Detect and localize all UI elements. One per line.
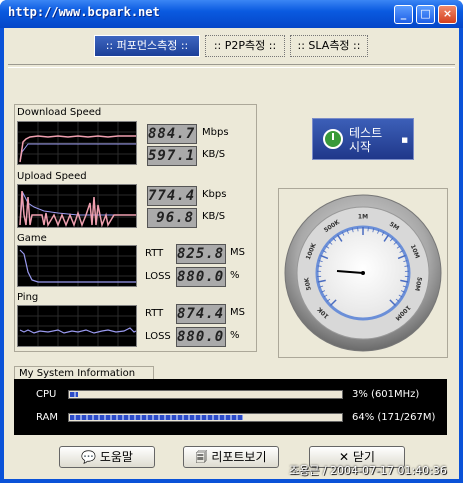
- speed-gauge: 10K50K100K500K1M5M10M50M100M: [284, 194, 442, 352]
- ram-usage-text: 64% (171/267M): [352, 412, 436, 423]
- minimize-button[interactable]: _: [394, 5, 413, 24]
- cpu-usage-bar: [68, 390, 343, 399]
- dropdown-arrow-icon: ■: [401, 136, 408, 144]
- cpu-label: CPU: [36, 389, 57, 400]
- status-text: 조용근 / 2004-07-17 01:40:36: [289, 464, 447, 477]
- gauge-label: 1M: [358, 214, 368, 221]
- game-rtt-label: RTT: [145, 248, 164, 259]
- window-title: http://www.bcpark.net: [8, 5, 160, 19]
- download-unit-mbps: Mbps: [202, 127, 229, 138]
- start-test-label-2: 시작: [349, 140, 372, 154]
- ping-rtt-label: RTT: [145, 308, 164, 319]
- view-report-button[interactable]: 🗐 리포트보기: [183, 446, 279, 468]
- title-bar[interactable]: http://www.bcpark.net _ □ ×: [0, 0, 463, 28]
- ping-rtt-unit: MS: [230, 307, 245, 318]
- game-graph: [17, 245, 137, 287]
- download-label: Download Speed: [17, 107, 102, 118]
- game-rtt-value: 825.8: [176, 244, 226, 264]
- close-window-button[interactable]: ×: [438, 5, 457, 24]
- tab-performance[interactable]: :: 퍼포먼스측정 ::: [94, 35, 200, 57]
- ping-rtt-value: 874.4: [176, 304, 226, 324]
- upload-speed-kbps: 774.4: [147, 186, 197, 206]
- download-unit-kbs: KB/S: [202, 149, 226, 160]
- tab-sla[interactable]: :: SLA측정 ::: [290, 35, 368, 57]
- ram-label: RAM: [36, 412, 59, 423]
- game-rtt-unit: MS: [230, 247, 245, 258]
- upload-unit-kbs: KB/S: [202, 211, 226, 222]
- upload-label: Upload Speed: [17, 171, 87, 182]
- clock-icon: [323, 129, 343, 149]
- help-button[interactable]: 💬 도움말: [59, 446, 155, 468]
- maximize-button[interactable]: □: [416, 5, 435, 24]
- application-window: http://www.bcpark.net _ □ × :: 퍼포먼스측정 ::…: [0, 0, 463, 483]
- upload-graph: [17, 184, 137, 228]
- client-area: :: 퍼포먼스측정 :: :: P2P측정 :: :: SLA측정 :: Dow…: [4, 28, 459, 479]
- game-loss-unit: %: [230, 270, 240, 281]
- report-icon: 🗐: [195, 450, 208, 464]
- download-speed-mbps: 884.7: [147, 124, 197, 144]
- speed-gauge-frame: 10K 50K 100K 500K 1M 5M 10M 50M 100M: [278, 188, 448, 358]
- sysinfo-title: My System Information: [14, 366, 154, 380]
- game-label: Game: [17, 233, 47, 244]
- ping-label: Ping: [17, 292, 39, 303]
- ping-graph: [17, 305, 137, 347]
- download-graph: [17, 121, 137, 165]
- start-test-button[interactable]: 테스트 시작 ■: [312, 118, 414, 160]
- tab-separator: [8, 64, 455, 68]
- tab-p2p[interactable]: :: P2P측정 ::: [205, 35, 285, 57]
- ping-loss-value: 880.0: [176, 327, 226, 347]
- download-speed-kbs: 597.1: [147, 146, 197, 166]
- ram-usage-bar: [68, 413, 343, 422]
- game-loss-label: LOSS: [145, 271, 171, 282]
- game-loss-value: 880.0: [176, 267, 226, 287]
- cpu-usage-text: 3% (601MHz): [352, 389, 420, 400]
- ram-usage-fill: [70, 415, 244, 420]
- upload-speed-kbs: 96.8: [147, 208, 197, 228]
- start-test-label-1: 테스트: [349, 126, 383, 140]
- tab-bar: :: 퍼포먼스측정 :: :: P2P측정 :: :: SLA측정 ::: [4, 28, 459, 64]
- help-label: 도움말: [99, 450, 133, 464]
- upload-unit-kbps: Kbps: [202, 189, 227, 200]
- help-icon: 💬: [81, 450, 96, 464]
- report-label: 리포트보기: [211, 450, 267, 464]
- ping-loss-label: LOSS: [145, 331, 171, 342]
- cpu-usage-fill: [70, 392, 79, 397]
- system-info-panel: CPU 3% (601MHz) RAM 64% (171/267M): [14, 379, 447, 435]
- ping-loss-unit: %: [230, 330, 240, 341]
